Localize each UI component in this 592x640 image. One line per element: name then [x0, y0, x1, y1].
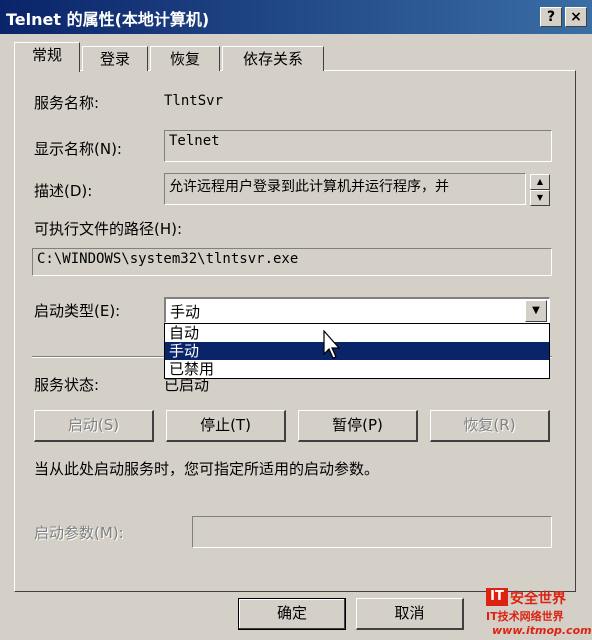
startup-type-label: 启动类型(E): [34, 302, 121, 320]
startup-type-select[interactable]: 手动 ▼ [164, 297, 550, 323]
startup-type-dropdown: 自动 手动 已禁用 [164, 323, 550, 379]
dropdown-option-disabled[interactable]: 已禁用 [165, 360, 549, 378]
start-params-hint: 当从此处启动服务时，您可指定所适用的启动参数。 [34, 460, 380, 478]
display-name-field[interactable]: Telnet [164, 130, 552, 162]
ok-button[interactable]: 确定 [238, 598, 346, 630]
pause-button[interactable]: 暂停(P) [298, 410, 418, 442]
dropdown-option-automatic[interactable]: 自动 [165, 324, 549, 342]
window-title: Telnet 的属性(本地计算机) [6, 10, 210, 29]
tab-logon[interactable]: 登录 [82, 46, 148, 71]
tab-dependencies[interactable]: 依存关系 [222, 46, 324, 71]
close-button[interactable]: × [565, 7, 587, 27]
service-name-value: TlntSvr [164, 93, 224, 109]
exe-path-field[interactable]: C:\WINDOWS\system32\tlntsvr.exe [32, 248, 552, 276]
watermark: IT 安全世界 IT技术网络世界 www.itmop.com [482, 588, 592, 640]
watermark-title: 安全世界 [510, 591, 566, 607]
start-params-label: 启动参数(M): [34, 524, 124, 542]
dropdown-option-manual[interactable]: 手动 [165, 342, 549, 360]
tab-recovery[interactable]: 恢复 [150, 46, 220, 71]
description-field[interactable]: 允许远程用户登录到此计算机并运行程序，并 [164, 173, 526, 205]
exe-path-label: 可执行文件的路径(H): [34, 220, 183, 238]
start-button[interactable]: 启动(S) [34, 410, 154, 442]
display-name-label: 显示名称(N): [34, 140, 122, 158]
startup-type-value: 手动 [170, 303, 201, 321]
watermark-subtitle: IT技术网络世界 [486, 610, 564, 623]
help-button[interactable]: ? [540, 7, 562, 27]
scroll-up-icon[interactable]: ▲ [530, 174, 550, 190]
mouse-cursor-icon [323, 330, 341, 359]
resume-button[interactable]: 恢复(R) [430, 410, 550, 442]
tab-general[interactable]: 常规 [14, 42, 80, 72]
stop-button[interactable]: 停止(T) [166, 410, 286, 442]
watermark-url: www.itmop.com [492, 624, 592, 637]
chevron-down-icon[interactable]: ▼ [525, 300, 547, 322]
scroll-down-icon[interactable]: ▼ [530, 190, 550, 206]
description-label: 描述(D): [34, 182, 93, 200]
cancel-button[interactable]: 取消 [356, 598, 464, 630]
service-name-label: 服务名称: [34, 94, 100, 112]
title-bar[interactable]: Telnet 的属性(本地计算机) ? × [0, 0, 592, 34]
service-status-label: 服务状态: [34, 376, 100, 394]
watermark-logo: IT [486, 588, 508, 606]
start-params-input[interactable] [192, 516, 552, 548]
